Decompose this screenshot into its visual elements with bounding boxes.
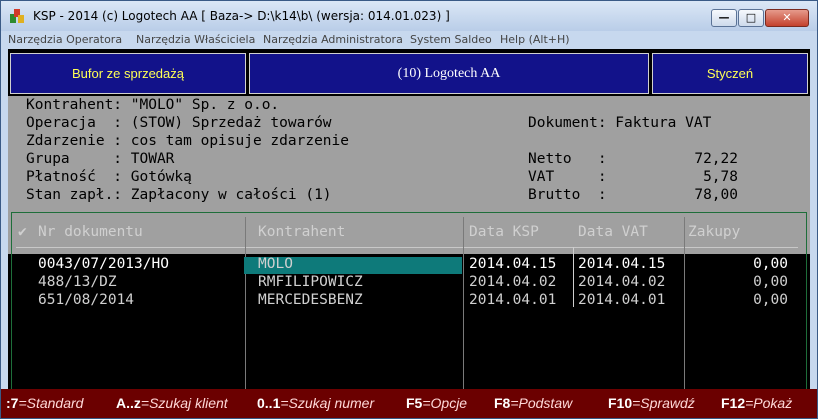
table-row-kontrahent[interactable]: MOLO bbox=[258, 256, 293, 272]
key-label: :7 bbox=[6, 395, 19, 411]
nr-column-header[interactable]: Nr dokumentu bbox=[38, 224, 143, 240]
netto-label: Netto : bbox=[528, 151, 607, 167]
key-action: =Pokaż bbox=[745, 395, 793, 411]
key-action: =Podstaw bbox=[510, 395, 573, 411]
menu-help[interactable]: Help (Alt+H) bbox=[500, 33, 570, 46]
key-label: F5 bbox=[406, 395, 423, 411]
app-window: KSP - 2014 (c) Logotech AA [ Baza-> D:\k… bbox=[0, 0, 818, 419]
vat-value: 5,78 bbox=[703, 169, 738, 185]
column-divider bbox=[573, 247, 574, 307]
table-row-zakupy[interactable]: 0,00 bbox=[753, 274, 788, 290]
table-row-data-vat[interactable]: 2014.04.15 bbox=[578, 256, 665, 272]
column-divider bbox=[463, 217, 464, 407]
key-action: =Opcje bbox=[422, 395, 468, 411]
document-list bbox=[11, 212, 807, 410]
table-row-data-ksp[interactable]: 2014.04.15 bbox=[469, 256, 556, 272]
table-row-zakupy[interactable]: 0,00 bbox=[753, 256, 788, 272]
vat-label: VAT : bbox=[528, 169, 607, 185]
table-row-nr[interactable]: 0043/07/2013/HO bbox=[38, 256, 169, 272]
menu-narzedzia-wlasciciela[interactable]: Narzędzia Właściciela bbox=[136, 33, 255, 46]
table-row-data-vat[interactable]: 2014.04.02 bbox=[578, 274, 665, 290]
key-action: =Szukaj numer bbox=[280, 395, 375, 411]
minimize-button[interactable]: — bbox=[711, 9, 737, 27]
key-label: F8 bbox=[494, 395, 511, 411]
table-row-kontrahent[interactable]: RMFILIPOWICZ bbox=[258, 274, 363, 290]
info-zdarzenie: Zdarzenie : cos tam opisuje zdarzenie bbox=[26, 133, 350, 149]
check-column-header: ✔ bbox=[18, 224, 27, 240]
key-label: F12 bbox=[721, 395, 746, 411]
table-row-kontrahent[interactable]: MERCEDESBENZ bbox=[258, 292, 363, 308]
window-title: KSP - 2014 (c) Logotech AA [ Baza-> D:\k… bbox=[33, 9, 450, 23]
info-dokument: Dokument: Faktura VAT bbox=[528, 115, 712, 131]
key-pokaz[interactable]: F12=Pokaż bbox=[721, 395, 792, 411]
bufor-button[interactable]: Bufor ze sprzedażą bbox=[10, 53, 246, 94]
info-grupa: Grupa : TOWAR bbox=[26, 151, 175, 167]
table-row-zakupy[interactable]: 0,00 bbox=[753, 292, 788, 308]
app-icon bbox=[10, 9, 24, 23]
table-row-data-ksp[interactable]: 2014.04.02 bbox=[469, 274, 556, 290]
key-label: F10 bbox=[608, 395, 633, 411]
key-szukaj-numer[interactable]: 0..1=Szukaj numer bbox=[257, 395, 374, 411]
key-sprawdz[interactable]: F10=Sprawdź bbox=[608, 395, 695, 411]
brutto-value: 78,00 bbox=[694, 187, 738, 203]
minimize-icon: — bbox=[718, 11, 730, 24]
month-button[interactable]: Styczeń bbox=[652, 53, 808, 94]
info-platnosc: Płatność : Gotówką bbox=[26, 169, 192, 185]
table-row-nr[interactable]: 488/13/DZ bbox=[38, 274, 117, 290]
column-divider bbox=[245, 217, 246, 407]
menu-system-saldeo[interactable]: System Saldeo bbox=[410, 33, 492, 46]
info-kontrahent: Kontrahent: "MOLO" Sp. z o.o. bbox=[26, 97, 280, 113]
table-row-data-vat[interactable]: 2014.04.01 bbox=[578, 292, 665, 308]
close-button[interactable]: ✕ bbox=[765, 9, 809, 27]
key-podstaw[interactable]: F8=Podstaw bbox=[494, 395, 572, 411]
close-icon: ✕ bbox=[782, 11, 792, 24]
terminal-area: Bufor ze sprzedażą (10) Logotech AA Styc… bbox=[8, 49, 810, 416]
key-opcje[interactable]: F5=Opcje bbox=[406, 395, 467, 411]
key-action: =Standard bbox=[18, 395, 84, 411]
column-divider bbox=[684, 217, 685, 407]
data-vat-column-header[interactable]: Data VAT bbox=[578, 224, 648, 240]
info-stan-zaplaty: Stan zapł.: Zapłacony w całości (1) bbox=[26, 187, 332, 203]
info-operacja: Operacja : (STOW) Sprzedaż towarów bbox=[26, 115, 332, 131]
maximize-button[interactable]: □ bbox=[738, 9, 764, 27]
menu-bar: Narzędzia Operatora Narzędzia Właściciel… bbox=[1, 31, 817, 49]
company-button[interactable]: (10) Logotech AA bbox=[249, 53, 649, 94]
key-szukaj-klient[interactable]: A..z=Szukaj klient bbox=[116, 395, 228, 411]
title-bar[interactable]: KSP - 2014 (c) Logotech AA [ Baza-> D:\k… bbox=[1, 1, 817, 31]
maximize-icon: □ bbox=[745, 11, 757, 24]
menu-narzedzia-operatora[interactable]: Narzędzia Operatora bbox=[8, 33, 122, 46]
function-key-bar: :7=Standard A..z=Szukaj klient 0..1=Szuk… bbox=[1, 389, 817, 418]
header-divider bbox=[16, 247, 798, 248]
table-row-data-ksp[interactable]: 2014.04.01 bbox=[469, 292, 556, 308]
menu-narzedzia-administratora[interactable]: Narzędzia Administratora bbox=[263, 33, 403, 46]
key-label: A..z bbox=[116, 395, 141, 411]
brutto-label: Brutto : bbox=[528, 187, 607, 203]
table-row-nr[interactable]: 651/08/2014 bbox=[38, 292, 134, 308]
key-standard[interactable]: :7=Standard bbox=[6, 395, 83, 411]
key-action: =Sprawdź bbox=[632, 395, 695, 411]
netto-value: 72,22 bbox=[694, 151, 738, 167]
zakupy-column-header[interactable]: Zakupy bbox=[688, 224, 740, 240]
key-label: 0..1 bbox=[257, 395, 281, 411]
key-action: =Szukaj klient bbox=[140, 395, 228, 411]
kontrahent-column-header[interactable]: Kontrahent bbox=[258, 224, 345, 240]
data-ksp-column-header[interactable]: Data KSP bbox=[469, 224, 539, 240]
